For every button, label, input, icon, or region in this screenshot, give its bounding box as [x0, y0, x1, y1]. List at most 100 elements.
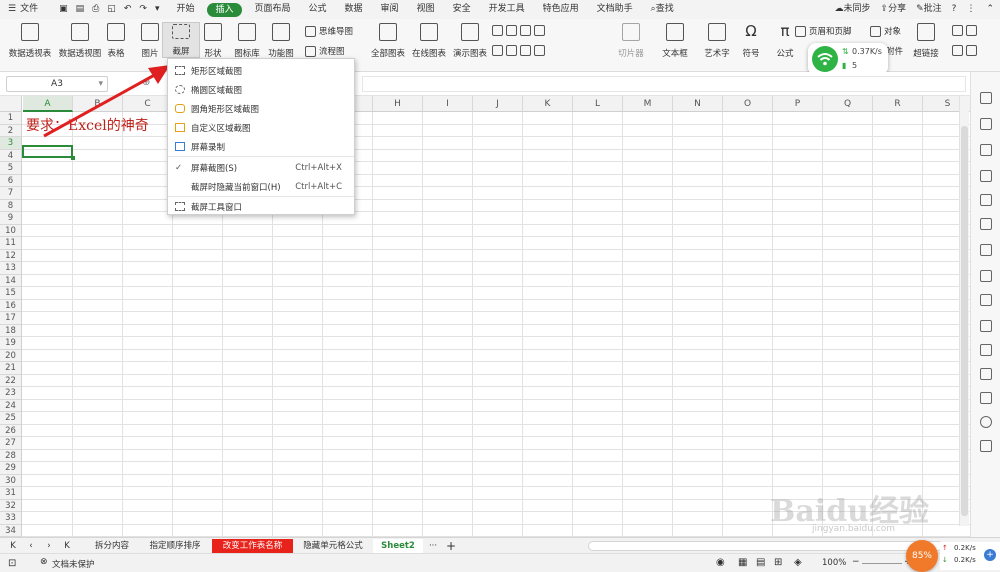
style-icon[interactable] [980, 144, 992, 156]
tab-review[interactable]: 审阅 [372, 0, 408, 19]
backup-icon[interactable] [980, 320, 992, 332]
save-icon[interactable]: ▣ [55, 0, 72, 19]
tab-insert[interactable]: 插入 [207, 2, 242, 17]
undo-icon[interactable]: ↶ [120, 0, 136, 19]
tab-developer[interactable]: 开发工具 [480, 0, 534, 19]
row-header[interactable]: 28 [0, 449, 22, 462]
row-header[interactable]: 8 [0, 199, 22, 212]
row-header[interactable]: 5 [0, 162, 22, 175]
row-header[interactable]: 13 [0, 262, 22, 275]
zoom-out-icon[interactable]: − [852, 557, 860, 567]
sheet-tab-hide-formula[interactable]: 隐藏单元格公式 [295, 539, 371, 553]
row-header[interactable]: 14 [0, 274, 22, 287]
demo-charts-button[interactable]: 演示图表 [445, 23, 495, 59]
first-sheet-icon[interactable]: K [6, 539, 20, 553]
chart-types-row2[interactable] [492, 45, 545, 56]
sync-button[interactable]: ☁未同步 [830, 0, 876, 19]
more-options-icon[interactable]: ⋮ [961, 0, 980, 19]
zoom-level[interactable]: 100% [822, 558, 846, 568]
row-header[interactable]: 24 [0, 399, 22, 412]
hyperlink-button[interactable]: 超链接 [901, 23, 951, 59]
selection-pane-icon[interactable] [980, 270, 992, 282]
redo-icon[interactable]: ↷ [135, 0, 151, 19]
open-icon[interactable]: ▤ [72, 0, 89, 19]
slicer-button[interactable]: 切片器 [606, 23, 656, 59]
share-button[interactable]: ⇪分享 [876, 0, 912, 19]
horizontal-scrollbar[interactable] [588, 541, 943, 551]
menu-item-custom-screenshot[interactable]: 自定义区域截图 [168, 118, 354, 137]
shapes-icon[interactable] [980, 218, 992, 230]
column-header[interactable]: M [623, 96, 673, 112]
menu-item-hide-window[interactable]: 截屏时隐藏当前窗口(H) Ctrl+Alt+C [168, 177, 354, 196]
tab-doc-assistant[interactable]: 文档助手 [588, 0, 642, 19]
page-break-view-icon[interactable]: ▤ [756, 557, 765, 568]
read-mode-icon[interactable]: ◈ [794, 557, 802, 568]
vertical-scrollbar[interactable] [959, 96, 969, 526]
menu-item-rounded-rect-screenshot[interactable]: 圆角矩形区域截图 [168, 99, 354, 118]
row-header[interactable]: 25 [0, 412, 22, 425]
sheet-tab-sheet2[interactable]: Sheet2 [373, 539, 423, 553]
property-icon[interactable] [980, 118, 992, 130]
share-panel-icon[interactable] [980, 294, 992, 306]
row-header[interactable]: 11 [0, 237, 22, 250]
column-header[interactable]: R [873, 96, 923, 112]
last-sheet-icon[interactable]: K [60, 539, 74, 553]
sheet-tab-split[interactable]: 拆分内容 [86, 539, 138, 553]
row-header[interactable]: 31 [0, 487, 22, 500]
column-header[interactable]: L [573, 96, 623, 112]
tab-view[interactable]: 视图 [408, 0, 444, 19]
search-box[interactable]: ⌕查找 [642, 0, 683, 19]
menu-item-screen-record[interactable]: 屏幕录制 [168, 137, 354, 156]
column-header[interactable]: Q [823, 96, 873, 112]
tab-features[interactable]: 特色应用 [534, 0, 588, 19]
mindmap-button[interactable]: 思维导图 [305, 25, 353, 37]
row-header[interactable]: 32 [0, 499, 22, 512]
extra-tools-row1[interactable] [952, 25, 977, 36]
more-sheets-icon[interactable]: ··· [426, 539, 440, 553]
preview-icon[interactable]: ◱ [103, 0, 120, 19]
compass-icon[interactable] [980, 392, 992, 404]
eye-icon[interactable]: ◉ [716, 557, 725, 568]
row-header[interactable]: 7 [0, 187, 22, 200]
row-header[interactable]: 23 [0, 387, 22, 400]
page-layout-icon[interactable]: ⊞ [774, 557, 782, 568]
spreadsheet-grid[interactable]: ABCDEFGHIJKLMNOPQRS 12345678910111213141… [0, 96, 970, 537]
comment-button[interactable]: ✎批注 [911, 0, 947, 19]
row-header[interactable]: 29 [0, 462, 22, 475]
next-sheet-icon[interactable]: › [42, 539, 56, 553]
column-header[interactable]: O [723, 96, 773, 112]
chart-types-row1[interactable] [492, 25, 545, 36]
doc-state[interactable]: 文档未保护 [52, 558, 95, 570]
row-header[interactable]: 17 [0, 312, 22, 325]
select-icon[interactable] [980, 92, 992, 104]
function-map-button[interactable]: 功能图 [256, 23, 306, 59]
row-header[interactable]: 3 [0, 137, 22, 150]
fill-handle[interactable] [71, 156, 75, 160]
extra-tools-row2[interactable] [952, 45, 977, 56]
row-header[interactable]: 1 [0, 112, 22, 125]
zoom-slider[interactable] [862, 563, 902, 564]
grid-view-icon[interactable] [980, 170, 992, 182]
row-header[interactable]: 10 [0, 224, 22, 237]
row-header[interactable]: 6 [0, 174, 22, 187]
column-header[interactable]: H [373, 96, 423, 112]
app-menu-icon[interactable]: ☰ [0, 0, 20, 19]
header-footer-button[interactable]: 页眉和页脚 [795, 25, 852, 37]
menu-item-ellipse-screenshot[interactable]: 椭圆区域截图 [168, 80, 354, 99]
filter-icon[interactable] [980, 244, 992, 256]
add-icon[interactable]: + [984, 549, 996, 561]
history-icon[interactable] [980, 416, 992, 428]
apps-icon[interactable] [980, 194, 992, 206]
row-header[interactable]: 2 [0, 124, 22, 137]
column-header[interactable]: N [673, 96, 723, 112]
prev-sheet-icon[interactable]: ‹ [24, 539, 38, 553]
row-header[interactable]: 4 [0, 149, 22, 162]
row-header[interactable]: 21 [0, 362, 22, 375]
more-icon[interactable]: ▾ [151, 0, 168, 19]
tab-formulas[interactable]: 公式 [300, 0, 336, 19]
row-header[interactable]: 30 [0, 474, 22, 487]
row-header[interactable]: 20 [0, 349, 22, 362]
cpu-usage-badge[interactable]: 85% [906, 540, 938, 572]
row-header[interactable]: 27 [0, 437, 22, 450]
tab-data[interactable]: 数据 [336, 0, 372, 19]
